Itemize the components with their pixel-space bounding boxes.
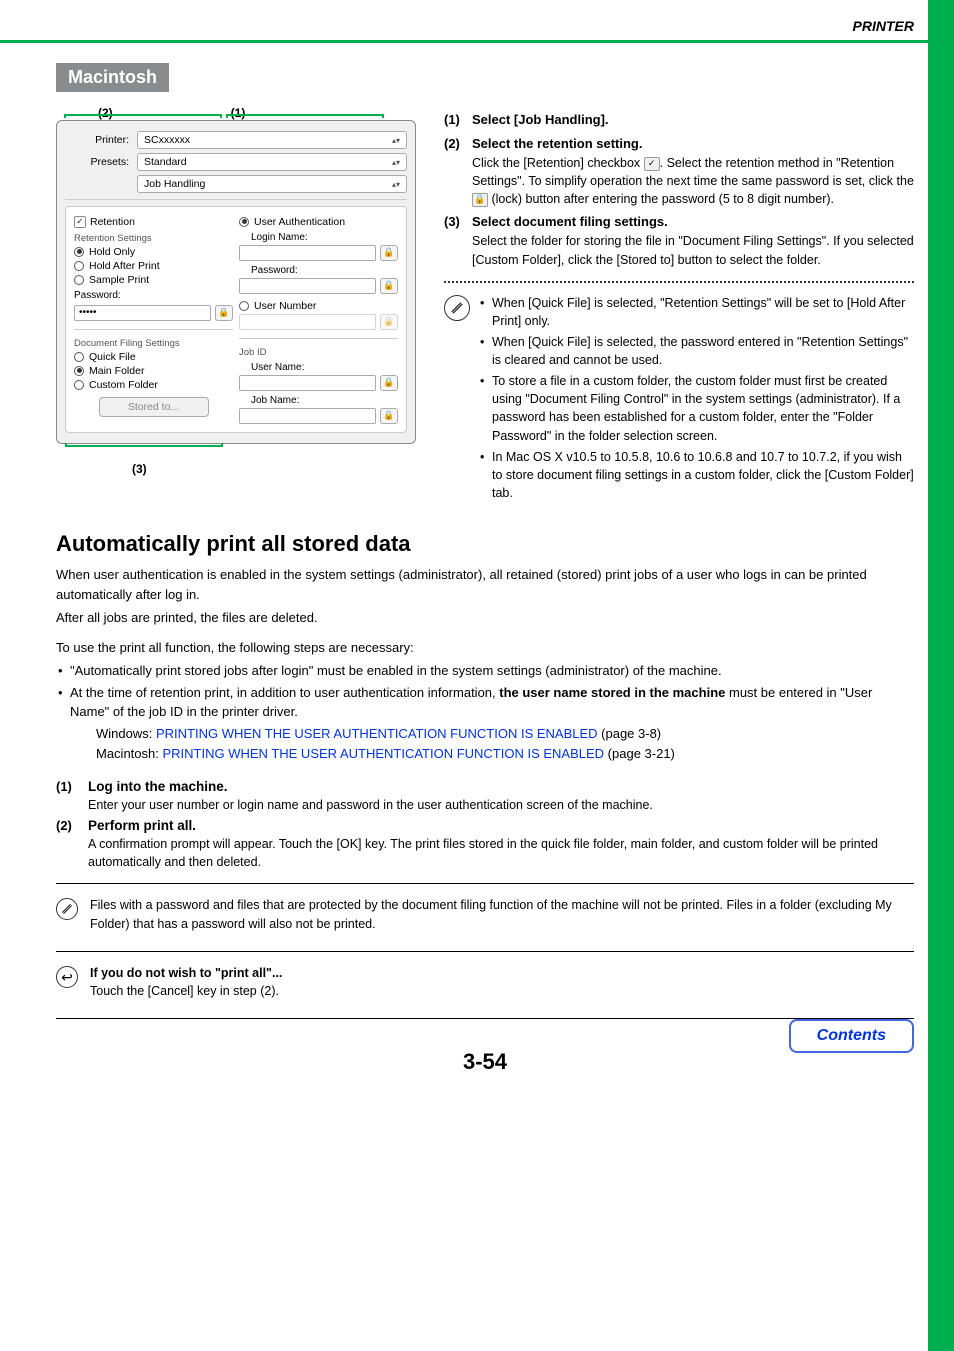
platform-tag: Macintosh (56, 63, 169, 92)
note-list: When [Quick File] is selected, "Retentio… (480, 291, 914, 505)
footnote-1: Files with a password and files that are… (56, 890, 914, 938)
checkbox-icon: ✓ (644, 157, 660, 171)
bracket-1 (226, 114, 384, 118)
login-name-label: Login Name: (239, 232, 398, 243)
separator (56, 883, 914, 884)
job-name-label: Job Name: (239, 395, 398, 406)
note-item: When [Quick File] is selected, "Retentio… (480, 294, 914, 330)
presets-select[interactable]: Standard▴▾ (137, 153, 407, 171)
back-icon: ↩ (56, 966, 78, 988)
section-title: PRINTER (853, 18, 914, 34)
password2-label: Password: (239, 265, 398, 276)
user-auth-checkbox[interactable]: User Authentication (239, 216, 345, 228)
radio-hold-after[interactable]: Hold After Print (74, 260, 233, 272)
radio-hold-only[interactable]: Hold Only (74, 246, 233, 258)
radio-sample-print[interactable]: Sample Print (74, 274, 233, 286)
lock-icon[interactable]: 🔒 (215, 305, 233, 321)
password-label: Password: (74, 290, 233, 301)
paragraph: To use the print all function, the follo… (56, 638, 914, 658)
step-2-text: Click the [Retention] checkbox ✓. Select… (472, 154, 914, 208)
user-name-input[interactable] (239, 375, 376, 391)
bracket-3 (65, 443, 223, 447)
substep-1-title: Log into the machine. (88, 779, 914, 794)
radio-custom-folder[interactable]: Custom Folder (74, 379, 233, 391)
link-mac-auth[interactable]: PRINTING WHEN THE USER AUTHENTICATION FU… (163, 746, 605, 761)
print-dialog: Printer: SCxxxxxx▴▾ Presets: Standard▴▾ … (56, 120, 416, 444)
paragraph: After all jobs are printed, the files ar… (56, 608, 914, 628)
substep-1-text: Enter your user number or login name and… (88, 796, 914, 814)
link-windows-auth[interactable]: PRINTING WHEN THE USER AUTHENTICATION FU… (156, 726, 598, 741)
step-3-title: Select document filing settings. (472, 214, 914, 229)
note-icon (56, 898, 78, 920)
contents-button[interactable]: Contents (789, 1019, 914, 1053)
heading-auto-print: Automatically print all stored data (56, 531, 914, 557)
separator (56, 951, 914, 952)
cross-ref-mac: Macintosh: PRINTING WHEN THE USER AUTHEN… (96, 744, 914, 765)
list-item: At the time of retention print, in addit… (56, 683, 914, 722)
lock-icon: 🔒 (472, 193, 488, 207)
radio-user-number[interactable]: User Number (239, 300, 398, 312)
substep-2-num: (2) (56, 818, 88, 871)
doc-filing-label: Document Filing Settings (74, 338, 233, 349)
password2-input[interactable] (239, 278, 376, 294)
cross-ref-windows: Windows: PRINTING WHEN THE USER AUTHENTI… (96, 724, 914, 745)
user-number-input (239, 314, 376, 330)
stored-to-button[interactable]: Stored to... (99, 397, 209, 417)
note-item: In Mac OS X v10.5 to 10.5.8, 10.6 to 10.… (480, 448, 914, 502)
panel-select[interactable]: Job Handling▴▾ (137, 175, 407, 193)
step-3-num: (3) (444, 214, 472, 268)
page-header: PRINTER (0, 0, 954, 38)
job-id-label: Job ID (239, 347, 398, 358)
paragraph: When user authentication is enabled in t… (56, 565, 914, 604)
note-item: To store a file in a custom folder, the … (480, 372, 914, 445)
step-2-title: Select the retention setting. (472, 136, 914, 151)
printer-label: Printer: (65, 134, 137, 146)
list-item: "Automatically print stored jobs after l… (56, 661, 914, 681)
dashed-separator (444, 281, 914, 283)
substep-2-text: A confirmation prompt will appear. Touch… (88, 835, 914, 871)
printer-select[interactable]: SCxxxxxx▴▾ (137, 131, 407, 149)
step-1-title: Select [Job Handling]. (472, 112, 914, 127)
note-item: When [Quick File] is selected, the passw… (480, 333, 914, 369)
bracket-2 (64, 114, 222, 118)
substep-2-title: Perform print all. (88, 818, 914, 833)
footnote-2-title: If you do not wish to "print all"... (90, 966, 282, 980)
login-name-input[interactable] (239, 245, 376, 261)
lock-icon: 🔒 (380, 314, 398, 330)
note-icon (444, 295, 470, 321)
callout-3: (3) (132, 462, 416, 476)
password-input[interactable]: ••••• (74, 305, 211, 321)
page-number: 3-54 (56, 1049, 914, 1075)
footnote-2: ↩ If you do not wish to "print all"... T… (56, 958, 914, 1006)
lock-icon[interactable]: 🔒 (380, 245, 398, 261)
radio-main-folder[interactable]: Main Folder (74, 365, 233, 377)
lock-icon[interactable]: 🔒 (380, 375, 398, 391)
user-name-label: User Name: (239, 362, 398, 373)
step-3-text: Select the folder for storing the file i… (472, 232, 914, 268)
job-name-input[interactable] (239, 408, 376, 424)
step-2-num: (2) (444, 136, 472, 208)
radio-quick-file[interactable]: Quick File (74, 351, 233, 363)
presets-label: Presets: (65, 156, 137, 168)
lock-icon[interactable]: 🔒 (380, 278, 398, 294)
retention-checkbox[interactable]: ✓Retention (74, 216, 135, 228)
step-1-num: (1) (444, 112, 472, 130)
footnote-2-text: Touch the [Cancel] key in step (2). (90, 984, 279, 998)
lock-icon[interactable]: 🔒 (380, 408, 398, 424)
separator (56, 1018, 914, 1019)
retention-settings-label: Retention Settings (74, 233, 233, 244)
substep-1-num: (1) (56, 779, 88, 814)
